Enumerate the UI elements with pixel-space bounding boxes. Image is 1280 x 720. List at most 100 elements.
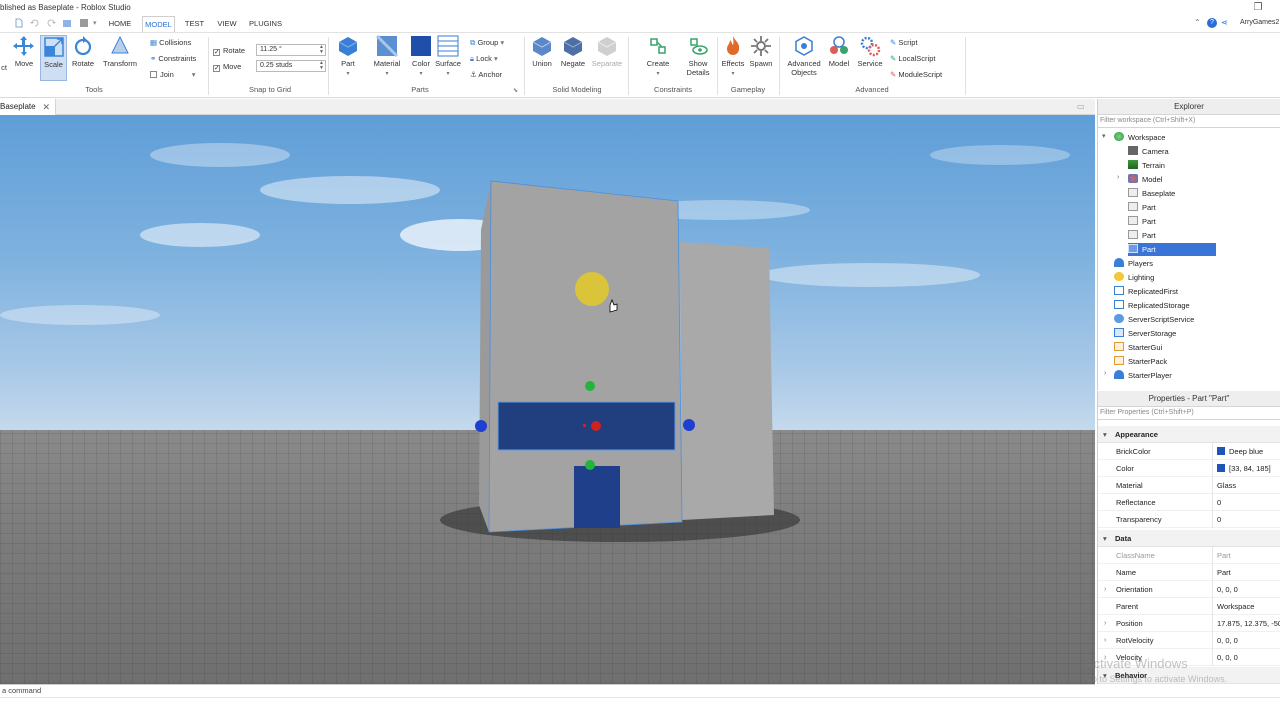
group-button[interactable]: ⧉ Group ▾ bbox=[470, 37, 504, 49]
expand-icon[interactable]: › bbox=[1104, 581, 1106, 598]
tree-item-workspace[interactable]: Workspace bbox=[1114, 131, 1165, 144]
tree-item-terrain[interactable]: Terrain bbox=[1128, 159, 1165, 172]
tree-item-part[interactable]: Part bbox=[1128, 229, 1156, 242]
surface-button[interactable]: Surface ▾ bbox=[434, 35, 462, 77]
scale-button[interactable]: Scale bbox=[40, 35, 67, 81]
separate-button[interactable]: Separate bbox=[590, 35, 624, 68]
expand-icon[interactable]: › bbox=[1104, 615, 1106, 632]
collapse-icon[interactable]: ▾ bbox=[1103, 426, 1107, 443]
tree-item-replicatedstorage[interactable]: ReplicatedStorage bbox=[1114, 299, 1190, 312]
tree-item-part[interactable]: Part bbox=[1128, 201, 1156, 214]
scale-handle-front[interactable] bbox=[591, 421, 601, 431]
snap-move-input[interactable]: 0.25 studs ▲ ▼ bbox=[256, 60, 326, 72]
light-ball[interactable] bbox=[575, 272, 609, 306]
tree-item-model[interactable]: Model bbox=[1128, 173, 1162, 186]
user-name[interactable]: ArryGames2 bbox=[1240, 19, 1279, 26]
anchor-button[interactable]: ⚓︎ Anchor bbox=[470, 69, 502, 81]
close-icon[interactable]: ✕ bbox=[42, 99, 50, 115]
tree-item-starterpack[interactable]: StarterPack bbox=[1114, 355, 1167, 368]
tree-item-replicatedfirst[interactable]: ReplicatedFirst bbox=[1114, 285, 1178, 298]
snap-rotate-input[interactable]: 11.25 ° ▲ ▼ bbox=[256, 44, 326, 56]
tree-item-starterplayer[interactable]: StarterPlayer bbox=[1114, 369, 1172, 382]
tree-item-baseplate[interactable]: Baseplate bbox=[1128, 187, 1175, 200]
building-part-right[interactable] bbox=[680, 242, 774, 520]
snap-move-checkbox[interactable]: ✓ bbox=[213, 65, 220, 72]
section-data[interactable]: ▾ Data bbox=[1098, 530, 1280, 547]
tree-item-lighting[interactable]: Lighting bbox=[1114, 271, 1154, 284]
move-button[interactable]: Move bbox=[11, 35, 37, 68]
module-script-button[interactable]: ✎ ModuleScript bbox=[890, 69, 942, 81]
union-button[interactable]: Union bbox=[528, 35, 556, 68]
tree-item-camera[interactable]: Camera bbox=[1128, 145, 1169, 158]
prop-material[interactable]: Material Glass bbox=[1098, 477, 1280, 494]
prop-parent[interactable]: Parent Workspace bbox=[1098, 598, 1280, 615]
command-input[interactable]: a command bbox=[2, 686, 41, 695]
tab-test[interactable]: TEST bbox=[182, 16, 207, 32]
collapse-icon[interactable]: ▾ bbox=[1103, 530, 1107, 547]
new-file-icon[interactable] bbox=[14, 18, 24, 28]
selected-part[interactable] bbox=[497, 401, 676, 451]
redo-icon[interactable] bbox=[46, 18, 56, 28]
rotate-button[interactable]: Rotate bbox=[70, 35, 96, 68]
expand-icon[interactable]: › bbox=[1104, 370, 1106, 377]
spinner-arrows-icon[interactable]: ▲ ▼ bbox=[319, 45, 324, 55]
tree-item-part-selected[interactable]: Part bbox=[1128, 243, 1216, 256]
explorer-filter-input[interactable]: Filter workspace (Ctrl+Shift+X) bbox=[1098, 115, 1280, 128]
scale-handle-right[interactable] bbox=[683, 419, 695, 431]
prop-position[interactable]: › Position 17.875, 12.375, -50 bbox=[1098, 615, 1280, 632]
help-icon[interactable]: ? bbox=[1207, 18, 1217, 28]
select-button[interactable]: ct bbox=[0, 35, 8, 72]
share-icon[interactable]: ⋖ bbox=[1221, 18, 1228, 27]
show-details-button[interactable]: Show Details bbox=[682, 35, 714, 77]
expand-icon[interactable]: › bbox=[1104, 632, 1106, 649]
spinner-arrows-icon[interactable]: ▲ ▼ bbox=[319, 61, 324, 71]
3d-viewport[interactable] bbox=[0, 115, 1095, 684]
tab-plugins[interactable]: PLUGINS bbox=[247, 16, 284, 32]
lock-button[interactable]: 🔒︎ Lock ▾ bbox=[470, 53, 498, 65]
properties-filter-input[interactable]: Filter Properties (Ctrl+Shift+P) bbox=[1098, 407, 1280, 420]
expand-icon[interactable]: › bbox=[1117, 174, 1119, 181]
tab-home[interactable]: HOME bbox=[105, 16, 135, 32]
collisions-button[interactable]: ▦ Collisions bbox=[150, 37, 191, 49]
tree-item-part[interactable]: Part bbox=[1128, 215, 1156, 228]
door-part[interactable] bbox=[574, 466, 620, 528]
scale-handle-bottom[interactable] bbox=[585, 460, 595, 470]
section-appearance[interactable]: ▾ Appearance bbox=[1098, 426, 1280, 443]
scale-handle-left[interactable] bbox=[475, 420, 487, 432]
tree-item-serverscriptservice[interactable]: ServerScriptService bbox=[1114, 313, 1194, 326]
prop-brickcolor[interactable]: BrickColor Deep blue bbox=[1098, 443, 1280, 460]
tree-item-players[interactable]: Players bbox=[1114, 257, 1153, 270]
publish-icon[interactable] bbox=[62, 18, 72, 28]
command-bar[interactable]: a command bbox=[0, 684, 1095, 697]
prop-name[interactable]: Name Part bbox=[1098, 564, 1280, 581]
prop-orientation[interactable]: › Orientation 0, 0, 0 bbox=[1098, 581, 1280, 598]
spawn-button[interactable]: Spawn bbox=[747, 35, 775, 68]
chevron-down-icon[interactable]: ▾ bbox=[192, 70, 196, 79]
script-button[interactable]: ✎ Script bbox=[890, 37, 918, 49]
prop-color[interactable]: Color [33, 84, 185] bbox=[1098, 460, 1280, 477]
tab-model[interactable]: MODEL bbox=[142, 16, 175, 32]
chevron-up-icon[interactable]: ⌃ bbox=[1194, 18, 1201, 27]
tree-item-startergui[interactable]: StarterGui bbox=[1114, 341, 1162, 354]
join-checkbox[interactable] bbox=[150, 71, 157, 78]
undo-icon[interactable] bbox=[30, 18, 40, 28]
snap-move-toggle[interactable]: ✓ Move bbox=[213, 61, 241, 73]
prop-rotvelocity[interactable]: › RotVelocity 0, 0, 0 bbox=[1098, 632, 1280, 649]
transform-button[interactable]: Transform bbox=[100, 35, 140, 68]
quick-access-dropdown-icon[interactable]: ▾ bbox=[93, 19, 97, 27]
viewport-toggle-icon[interactable]: ▭ bbox=[1077, 102, 1085, 111]
expand-icon[interactable]: ▾ bbox=[1102, 132, 1106, 140]
restore-icon[interactable]: ❐ bbox=[1251, 1, 1265, 15]
service-button[interactable]: Service bbox=[855, 35, 885, 68]
stop-icon[interactable] bbox=[79, 18, 89, 28]
prop-reflectance[interactable]: Reflectance 0 bbox=[1098, 494, 1280, 511]
expand-icon[interactable]: ⬊ bbox=[513, 87, 518, 94]
scale-handle-top[interactable] bbox=[585, 381, 595, 391]
effects-button[interactable]: Effects ▾ bbox=[720, 35, 746, 77]
tree-item-serverstorage[interactable]: ServerStorage bbox=[1114, 327, 1176, 340]
tab-view[interactable]: VIEW bbox=[214, 16, 240, 32]
local-script-button[interactable]: ✎ LocalScript bbox=[890, 53, 935, 65]
model-button[interactable]: Model bbox=[826, 35, 852, 68]
material-button[interactable]: Material ▾ bbox=[370, 35, 404, 77]
join-toggle[interactable]: Join ▾ bbox=[150, 69, 196, 81]
